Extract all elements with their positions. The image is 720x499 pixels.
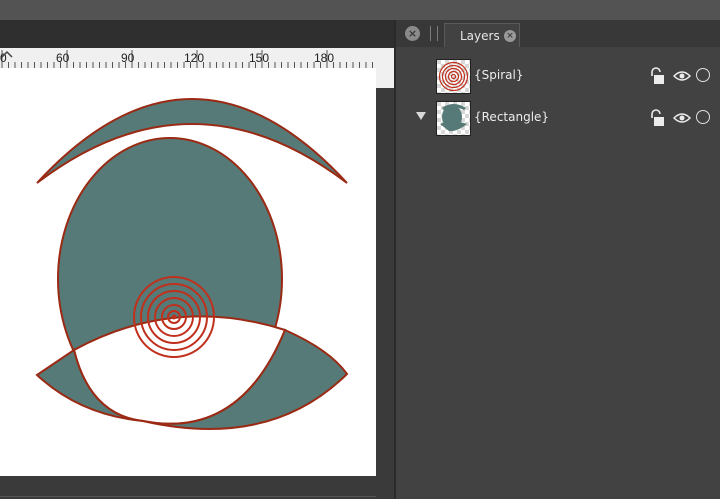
spiral-thumbnail-icon (438, 61, 469, 92)
layer-name-rectangle: {Rectangle} (474, 110, 550, 124)
circle-icon[interactable] (696, 68, 710, 82)
lock-icon[interactable] (650, 109, 666, 127)
layer-thumbnail-rectangle (436, 101, 471, 136)
close-icon[interactable]: × (405, 26, 420, 41)
canvas-area[interactable]: 0 60 90 120 150 180 (0, 20, 394, 499)
tab-layers-label: Layers (460, 29, 500, 43)
eye-icon[interactable] (673, 111, 691, 125)
chevron-up-icon[interactable] (0, 48, 14, 60)
layer-name-spiral: {Spiral} (474, 68, 524, 82)
tab-close-icon[interactable]: × (504, 30, 516, 42)
ruler-label-60: 60 (56, 51, 70, 65)
artwork[interactable] (0, 68, 376, 476)
layer-row-spiral[interactable]: {Spiral} (396, 56, 720, 96)
panel-grip-handle[interactable] (430, 26, 438, 41)
layer-row-rectangle[interactable]: {Rectangle} (396, 98, 720, 138)
layer-thumbnail-spiral (436, 59, 471, 94)
canvas-bottom-edge (0, 496, 376, 497)
circle-icon[interactable] (696, 110, 710, 124)
ruler-label-150: 150 (249, 51, 270, 65)
ruler-header-strip (0, 20, 394, 48)
ruler-label-120: 120 (184, 51, 205, 65)
ruler-label-180: 180 (314, 51, 335, 65)
ruler-label-90: 90 (121, 51, 135, 65)
rectangle-thumbnail-icon (440, 104, 467, 132)
lock-icon[interactable] (650, 67, 666, 85)
eye-icon[interactable] (673, 69, 691, 83)
triangle-down-icon[interactable] (416, 112, 426, 120)
layers-panel: × Layers × {Spiral} {Rectangle} (396, 20, 720, 499)
top-toolbar (0, 0, 720, 20)
artboard[interactable] (0, 68, 376, 476)
tab-layers[interactable]: Layers × (444, 23, 520, 47)
panel-tab-bar: × Layers × (396, 20, 720, 47)
